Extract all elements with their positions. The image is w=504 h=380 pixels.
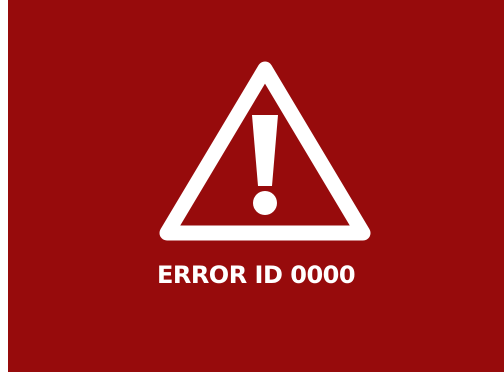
error-message: ERROR ID 0000 [156, 261, 356, 289]
error-panel: ERROR ID 0000 [8, 0, 504, 372]
warning-triangle-icon [159, 61, 371, 241]
